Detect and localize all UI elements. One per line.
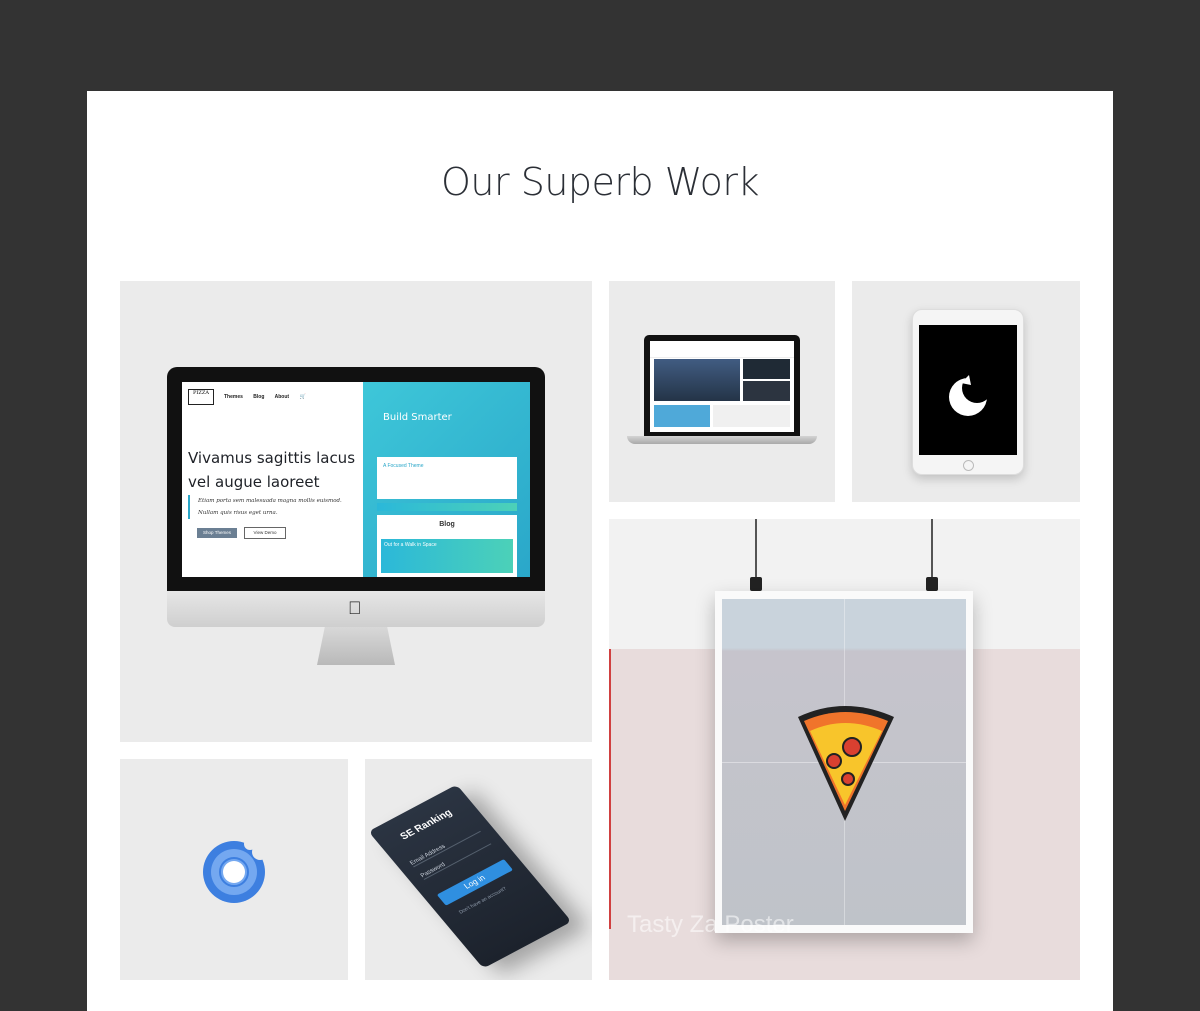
apple-logo-icon:  <box>348 598 362 619</box>
laptop-site-thumb <box>743 359 790 379</box>
app-title: SE Ranking <box>398 807 455 843</box>
pizza-slice-icon <box>798 706 894 821</box>
portfolio-item-laptop[interactable] <box>609 281 835 502</box>
ipad-mockup <box>912 309 1024 475</box>
portfolio-item-imac-theme[interactable]: PIZZA Themes Blog About 🛒 Vivamus sagitt… <box>120 281 592 742</box>
laptop-site-card <box>713 405 790 427</box>
poster-paper <box>715 591 973 933</box>
ipad-home-button <box>963 460 974 471</box>
ipad-screen <box>919 325 1017 455</box>
imac-frame: PIZZA Themes Blog About 🛒 Vivamus sagitt… <box>167 367 545 591</box>
site-nav-blog: Blog <box>253 394 265 400</box>
site-primary-button: Shop Themes <box>197 528 237 538</box>
poster-edge-line <box>609 649 611 929</box>
site-nav-about: About <box>274 394 290 400</box>
portfolio-item-ipad[interactable] <box>852 281 1080 502</box>
poster-string <box>931 519 933 581</box>
laptop-site-card <box>654 405 710 427</box>
donut-icon <box>203 838 268 903</box>
sidebar-post: Out for a Walk in Space <box>381 539 513 573</box>
sidebar-card-title: A Focused Theme <box>383 463 424 469</box>
sidebar-card: A Focused Theme <box>377 457 517 499</box>
laptop-base <box>627 436 817 444</box>
site-secondary-button: View Demo <box>244 527 286 539</box>
imac-screen: PIZZA Themes Blog About 🛒 Vivamus sagitt… <box>182 382 530 577</box>
poster-print <box>722 599 966 925</box>
poster-string <box>755 519 757 581</box>
site-sidebar: Build Smarter A Focused Theme Blog Out f… <box>363 382 530 577</box>
cart-icon: 🛒 <box>299 394 306 400</box>
site-heading: Vivamus sagittis lacus vel augue laoreet <box>188 449 356 491</box>
laptop-site-thumb <box>743 381 790 401</box>
laptop-screen <box>650 341 794 432</box>
portfolio-item-poster[interactable]: Tasty Za Poster <box>609 519 1080 980</box>
laptop-mockup <box>644 335 800 436</box>
portfolio-item-donut[interactable] <box>120 759 348 980</box>
section-title: Our Superb Work <box>441 160 759 204</box>
poster-caption: Tasty Za Poster <box>627 911 794 938</box>
site-quote: Etiam porta sem malesuada magna mollis e… <box>188 495 358 519</box>
site-logo: PIZZA <box>188 389 214 405</box>
binder-clip-icon <box>926 577 938 591</box>
sidebar-heading: Build Smarter <box>383 412 452 423</box>
sidebar-blog: Blog Out for a Walk in Space <box>377 515 517 577</box>
sidebar-banner <box>377 503 517 511</box>
laptop-site-header <box>650 341 794 358</box>
imac-stand <box>317 627 395 665</box>
site-nav: Themes Blog About 🛒 <box>224 394 315 400</box>
phone-mockup: SE Ranking Email Address Password Log in… <box>368 784 572 969</box>
sidebar-blog-title: Blog <box>439 521 455 528</box>
binder-clip-icon <box>750 577 762 591</box>
site-hero: PIZZA Themes Blog About 🛒 Vivamus sagitt… <box>182 382 363 577</box>
laptop-site-hero <box>654 359 740 401</box>
moon-logo-icon <box>949 373 992 416</box>
portfolio-item-phone-app[interactable]: SE Ranking Email Address Password Log in… <box>365 759 592 980</box>
site-nav-themes: Themes <box>224 394 243 400</box>
imac-mockup: PIZZA Themes Blog About 🛒 Vivamus sagitt… <box>167 367 545 667</box>
